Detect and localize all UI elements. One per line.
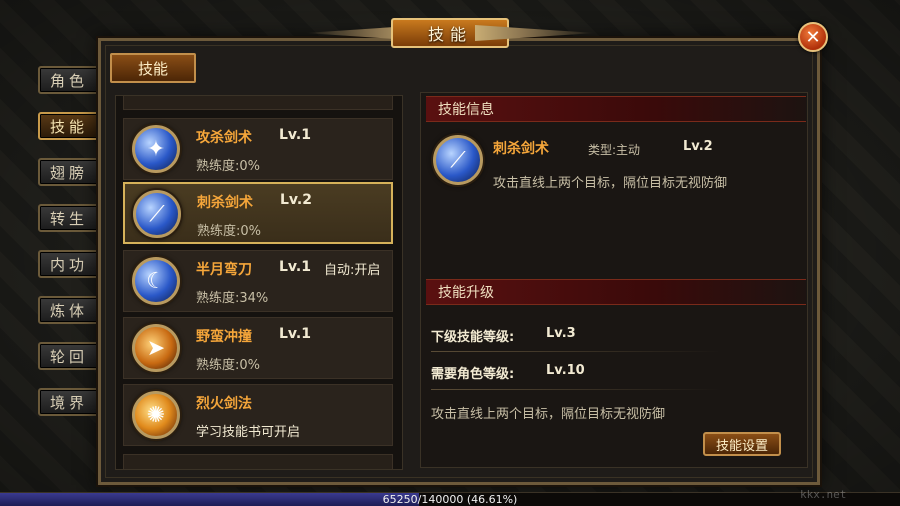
divider bbox=[431, 351, 721, 352]
side-tab-body-refine[interactable]: 炼体 bbox=[38, 296, 100, 324]
upgrade-description: 攻击直线上两个目标，隔位目标无视防御 bbox=[431, 407, 666, 422]
skill-name: 刺杀剑术 bbox=[197, 195, 253, 211]
required-level-label: 需要角色等级: bbox=[431, 367, 515, 382]
side-tab-wings[interactable]: 翅膀 bbox=[38, 158, 100, 186]
info-skill-type: 类型:主动 bbox=[588, 143, 641, 157]
skill-unlock-hint: 学习技能书可开启 bbox=[196, 425, 301, 440]
fire-sword-icon: ✺ bbox=[132, 391, 180, 439]
skill-name: 攻杀剑术 bbox=[196, 130, 252, 146]
sword-thrust-icon: ⟋ bbox=[433, 135, 483, 185]
charge-icon: ➤ bbox=[132, 324, 180, 372]
side-tab-character[interactable]: 角色 bbox=[38, 66, 100, 94]
skill-proficiency: 熟练度:0% bbox=[196, 159, 261, 174]
skill-proficiency: 熟练度:0% bbox=[197, 224, 262, 239]
skill-proficiency: 熟练度:34% bbox=[196, 291, 269, 306]
list-item-partial bbox=[123, 96, 393, 110]
required-level-value: Lv.10 bbox=[546, 363, 585, 378]
experience-text: 65250/140000 (46.61%) bbox=[382, 493, 518, 506]
sub-tab-skills[interactable]: 技能 bbox=[110, 53, 196, 83]
skill-item[interactable]: ☾ 半月弯刀 Lv.1 自动:开启 熟练度:34% bbox=[123, 250, 393, 312]
experience-bar: 65250/140000 (46.61%) bbox=[0, 492, 900, 506]
skill-name: 烈火剑法 bbox=[196, 396, 252, 412]
skill-level: Lv.2 bbox=[280, 192, 312, 208]
watermark: kkx.net bbox=[800, 488, 847, 501]
section-header-skill-info: 技能信息 bbox=[426, 96, 806, 122]
window-title-plate: 技能 bbox=[305, 16, 595, 50]
skill-name: 野蛮冲撞 bbox=[196, 329, 252, 345]
section-header-skill-upgrade: 技能升级 bbox=[426, 279, 806, 305]
info-skill-level: Lv.2 bbox=[683, 139, 713, 154]
next-level-value: Lv.3 bbox=[546, 326, 576, 341]
skill-item[interactable]: ➤ 野蛮冲撞 Lv.1 熟练度:0% bbox=[123, 317, 393, 379]
skill-level: Lv.1 bbox=[279, 127, 311, 143]
close-icon[interactable]: ✕ bbox=[798, 22, 828, 52]
side-tab-inner-power[interactable]: 内功 bbox=[38, 250, 100, 278]
side-tab-skills[interactable]: 技能 bbox=[38, 112, 100, 140]
title-ornament-right bbox=[475, 25, 595, 41]
side-tab-rebirth[interactable]: 转生 bbox=[38, 204, 100, 232]
next-level-label: 下级技能等级: bbox=[431, 330, 515, 345]
info-skill-name: 刺杀剑术 bbox=[493, 141, 549, 157]
skill-item[interactable]: ✦ 攻杀剑术 Lv.1 熟练度:0% bbox=[123, 118, 393, 180]
skill-level: Lv.1 bbox=[279, 326, 311, 342]
list-item-partial bbox=[123, 454, 393, 469]
skill-proficiency: 熟练度:0% bbox=[196, 358, 261, 373]
skill-settings-button[interactable]: 技能设置 bbox=[703, 432, 781, 456]
half-moon-icon: ☾ bbox=[132, 257, 180, 305]
skill-info-panel: 技能信息 ⟋ 刺杀剑术 类型:主动 Lv.2 攻击直线上两个目标，隔位目标无视防… bbox=[420, 92, 808, 468]
info-skill-description: 攻击直线上两个目标，隔位目标无视防御 bbox=[493, 176, 728, 191]
skill-item-selected[interactable]: ⟋ 刺杀剑术 Lv.2 熟练度:0% bbox=[123, 182, 393, 244]
skill-list[interactable]: ✦ 攻杀剑术 Lv.1 熟练度:0% ⟋ 刺杀剑术 Lv.2 熟练度:0% ☾ … bbox=[115, 95, 403, 470]
divider bbox=[431, 389, 721, 390]
side-tab-reincarnation[interactable]: 轮回 bbox=[38, 342, 100, 370]
skill-level: Lv.1 bbox=[279, 259, 311, 275]
skill-auto-toggle[interactable]: 自动:开启 bbox=[324, 259, 380, 278]
side-tab-realm[interactable]: 境界 bbox=[38, 388, 100, 416]
skill-name: 半月弯刀 bbox=[196, 262, 252, 278]
sword-slash-icon: ✦ bbox=[132, 125, 180, 173]
skill-item[interactable]: ✺ 烈火剑法 学习技能书可开启 bbox=[123, 384, 393, 446]
sword-thrust-icon: ⟋ bbox=[133, 190, 181, 238]
